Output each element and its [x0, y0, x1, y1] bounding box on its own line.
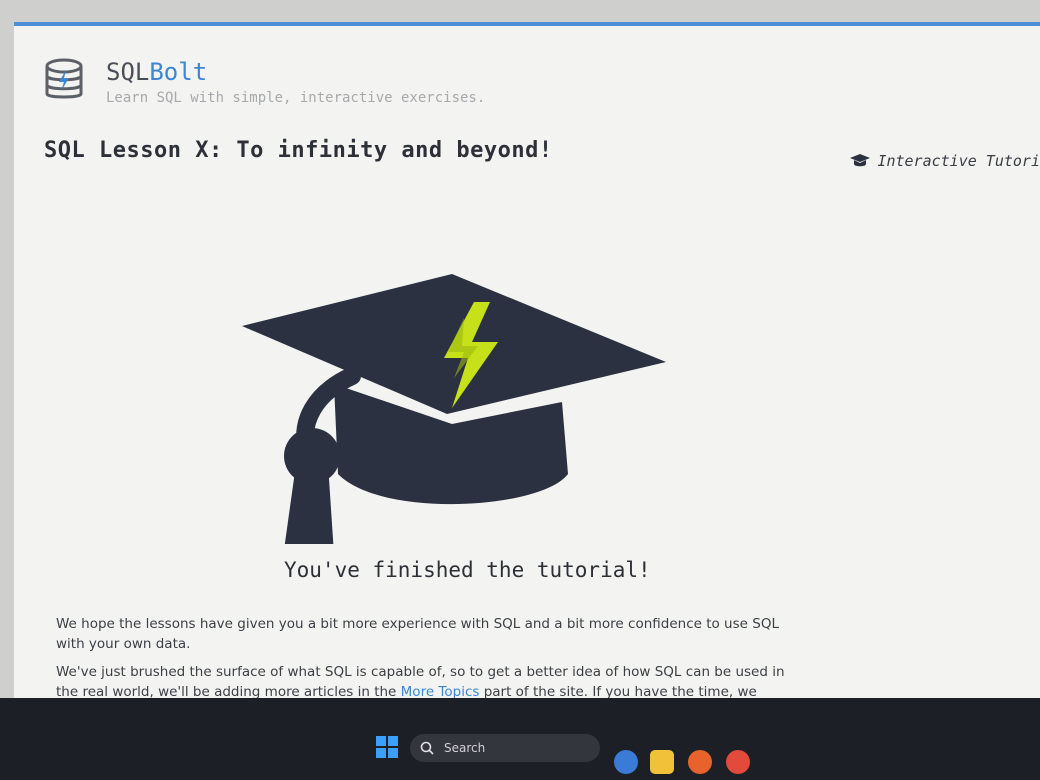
site-tagline: Learn SQL with simple, interactive exerc… — [106, 90, 486, 106]
site-name: SQLBolt — [106, 58, 208, 86]
page: SQLBolt Learn SQL with simple, interacti… — [14, 22, 1040, 700]
chrome-icon[interactable] — [726, 750, 750, 774]
taskbar: Search — [0, 698, 1040, 780]
site-header[interactable]: SQLBolt Learn SQL with simple, interacti… — [44, 58, 485, 106]
graduation-cap-icon — [850, 154, 871, 167]
taskbar-search[interactable]: Search — [410, 734, 600, 762]
graduation-cap-bolt-icon — [242, 274, 666, 544]
copilot-icon[interactable] — [614, 750, 638, 774]
file-explorer-icon[interactable] — [650, 750, 674, 774]
database-logo-icon — [45, 58, 83, 99]
finished-heading: You've finished the tutorial! — [284, 558, 651, 582]
tutorial-link-label: Interactive Tutori — [877, 152, 1040, 170]
search-placeholder: Search — [444, 741, 486, 755]
paragraph-1: We hope the lessons have given you a bit… — [56, 616, 779, 652]
interactive-tutorial-link[interactable]: Interactive Tutori — [849, 152, 1040, 170]
search-icon — [420, 741, 434, 755]
windows-start-icon[interactable] — [376, 736, 398, 758]
paragraph-2: We've just brushed the surface of what S… — [56, 664, 785, 700]
firefox-icon[interactable] — [688, 750, 712, 774]
page-title: SQL Lesson X: To infinity and beyond! — [44, 138, 553, 163]
